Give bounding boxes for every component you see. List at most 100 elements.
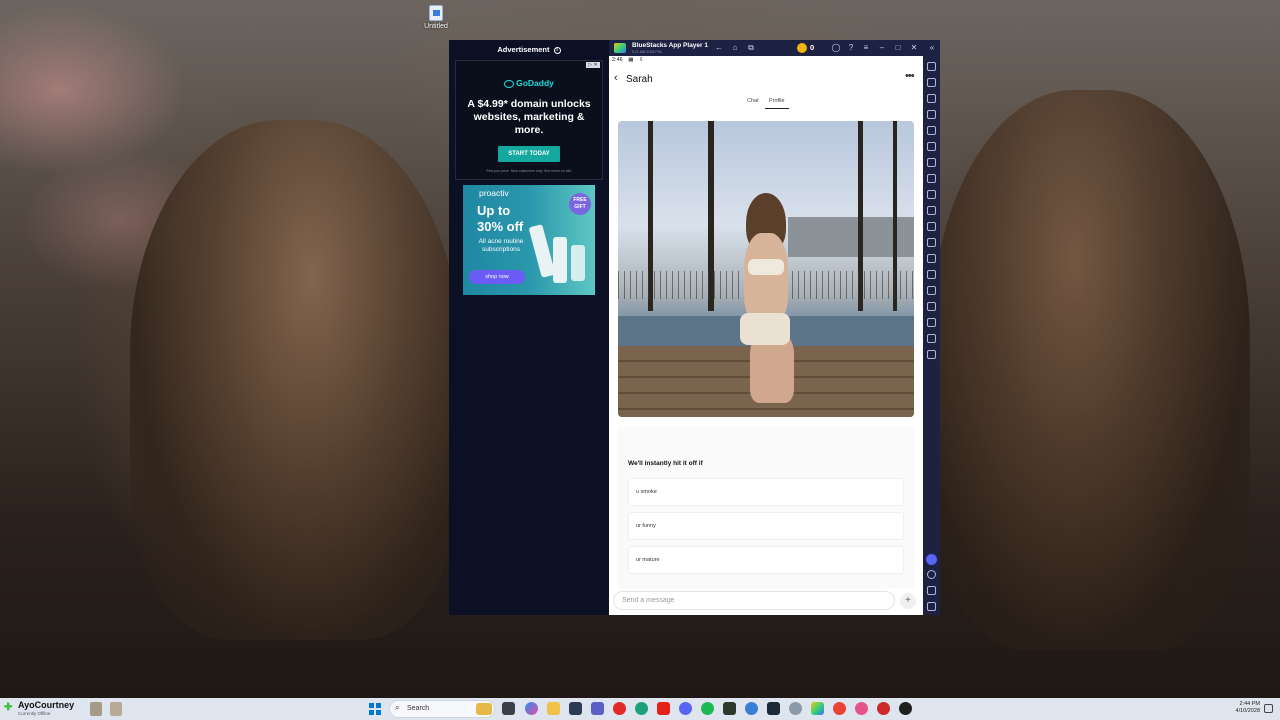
collapse-sidebar-icon[interactable]: « — [927, 43, 937, 53]
copy-icon[interactable] — [927, 270, 936, 279]
bluestacks-titlebar[interactable]: BlueStacks App Player 1 5.21.650.1063 P6… — [609, 40, 940, 56]
maximize-icon[interactable]: □ — [893, 43, 903, 53]
profile-photo[interactable] — [618, 121, 914, 417]
godaddy-headline: A $4.99* domain unlocks websites, market… — [467, 98, 591, 136]
avatar-icon — [110, 702, 122, 716]
bluestacks-taskbar-icon[interactable] — [811, 702, 824, 715]
proactiv-headline: Up to 30% off — [477, 203, 523, 235]
photo-person-body — [744, 233, 788, 323]
screenshot-icon[interactable] — [927, 190, 936, 199]
copilot-icon[interactable] — [525, 702, 538, 715]
bluestacks-version: 5.21.650.1063 P64 — [632, 50, 662, 54]
macro-icon[interactable] — [927, 174, 936, 183]
prompt-option[interactable]: ur mature — [628, 546, 904, 574]
desktop-file-shortcut[interactable]: Untitled — [423, 5, 449, 30]
app-icon[interactable] — [877, 702, 890, 715]
home-icon[interactable]: ⌂ — [730, 43, 740, 53]
status-download-icon: ⇩ — [638, 57, 644, 63]
spotify-icon[interactable] — [701, 702, 714, 715]
shake-icon[interactable] — [927, 222, 936, 231]
apk-install-icon[interactable] — [927, 254, 936, 263]
android-back-icon[interactable] — [927, 586, 936, 595]
prompt-option-label: ur funny — [636, 523, 656, 529]
opera-icon[interactable] — [613, 702, 626, 715]
taskbar-search[interactable]: ⌕ Search — [389, 700, 495, 718]
obs-icon[interactable] — [899, 702, 912, 715]
youtube-icon[interactable] — [657, 702, 670, 715]
back-arrow-icon[interactable]: ‹ — [614, 72, 618, 84]
info-icon[interactable]: i — [553, 46, 561, 54]
discord-icon[interactable] — [926, 554, 937, 565]
windows-taskbar: ✚ AyoCourtney Currently Offline ⌕ Search… — [0, 698, 1280, 720]
system-clock[interactable]: 2:44 PM 4/10/2028 — [1190, 701, 1260, 719]
godaddy-ad[interactable]: ▷ ✕ GoDaddy A $4.99* domain unlocks webs… — [455, 60, 603, 180]
status-time: 2:46 — [612, 57, 623, 63]
prompt-option[interactable]: ur funny — [628, 512, 904, 540]
layers-icon[interactable] — [927, 318, 936, 327]
rotate-icon[interactable] — [927, 126, 936, 135]
prompt-option-label: ur mature — [636, 557, 660, 563]
add-attachment-button[interactable]: + — [900, 593, 916, 609]
notification-icon[interactable] — [1264, 704, 1273, 713]
app-icon[interactable] — [569, 702, 582, 715]
brush-icon[interactable] — [927, 334, 936, 343]
godaddy-mark-icon — [504, 79, 515, 88]
task-view-icon[interactable] — [502, 702, 515, 715]
search-highlight-icon — [476, 703, 492, 715]
godaddy-start-today-button[interactable]: START TODAY — [498, 146, 560, 162]
screen-record-icon[interactable] — [927, 94, 936, 103]
volume-icon[interactable] — [927, 78, 936, 87]
photo-person — [730, 193, 810, 403]
free-gift-badge: FREE GIFT — [569, 193, 591, 215]
close-icon[interactable]: ✕ — [909, 43, 919, 53]
fullscreen-icon[interactable] — [927, 62, 936, 71]
user-status-widget[interactable]: ✚ AyoCourtney Currently Offline — [2, 699, 132, 719]
sync-icon[interactable] — [927, 142, 936, 151]
message-input[interactable] — [613, 591, 895, 610]
keyboard-icon[interactable] — [927, 110, 936, 119]
chrome-icon[interactable] — [833, 702, 846, 715]
account-icon[interactable]: ◯ — [831, 43, 841, 53]
menu-icon[interactable]: ≡ — [861, 43, 871, 53]
back-nav-icon[interactable]: ← — [714, 43, 724, 53]
location-icon[interactable] — [927, 206, 936, 215]
prompt-option-label: u smoke — [636, 489, 657, 495]
photo-person-wrap — [740, 313, 790, 345]
proactiv-ad[interactable]: proactiv Up to 30% off All acne routine … — [463, 185, 595, 295]
trim-memory-icon[interactable] — [927, 302, 936, 311]
tab-chat[interactable]: Chat — [747, 98, 759, 108]
prompt-title: We'll instantly hit it off if — [628, 460, 703, 467]
status-grid-icon: ▦ — [628, 57, 634, 63]
more-options-icon[interactable]: ••• — [905, 70, 915, 82]
ad-choices-icon[interactable]: ▷ ✕ — [586, 62, 600, 68]
sidebar-panel-icon[interactable] — [927, 350, 936, 359]
ad-panel: Advertisement i ▷ ✕ GoDaddy A $4.99* dom… — [449, 40, 609, 615]
product-bottle-image — [571, 245, 585, 281]
prompt-option[interactable]: u smoke — [628, 478, 904, 506]
eco-mode-icon[interactable] — [927, 286, 936, 295]
steam-icon[interactable] — [767, 702, 780, 715]
app-icon[interactable] — [855, 702, 868, 715]
tab-profile[interactable]: Profile — [765, 98, 789, 109]
edge-icon[interactable] — [635, 702, 648, 715]
media-folder-icon[interactable] — [927, 238, 936, 247]
godaddy-brand: GoDaddy — [516, 78, 554, 88]
gamepad-icon[interactable] — [927, 158, 936, 167]
file-explorer-icon[interactable] — [547, 702, 560, 715]
android-home-icon[interactable] — [927, 602, 936, 611]
app-icon[interactable] — [789, 702, 802, 715]
settings-icon[interactable] — [927, 570, 936, 579]
help-icon[interactable]: ? — [846, 43, 856, 53]
teams-icon[interactable] — [591, 702, 604, 715]
multi-instance-icon[interactable]: ⧉ — [746, 43, 756, 53]
proactiv-shop-now-button[interactable]: shop now — [469, 270, 525, 284]
app-icon[interactable] — [745, 702, 758, 715]
search-label: Search — [407, 705, 430, 712]
windows-start-icon[interactable] — [369, 703, 381, 715]
product-bottle-image — [553, 237, 567, 283]
app-icon[interactable] — [723, 702, 736, 715]
minimize-icon[interactable]: – — [877, 43, 887, 53]
document-icon — [429, 5, 443, 21]
contact-name: Sarah — [626, 74, 653, 85]
discord-taskbar-icon[interactable] — [679, 702, 692, 715]
